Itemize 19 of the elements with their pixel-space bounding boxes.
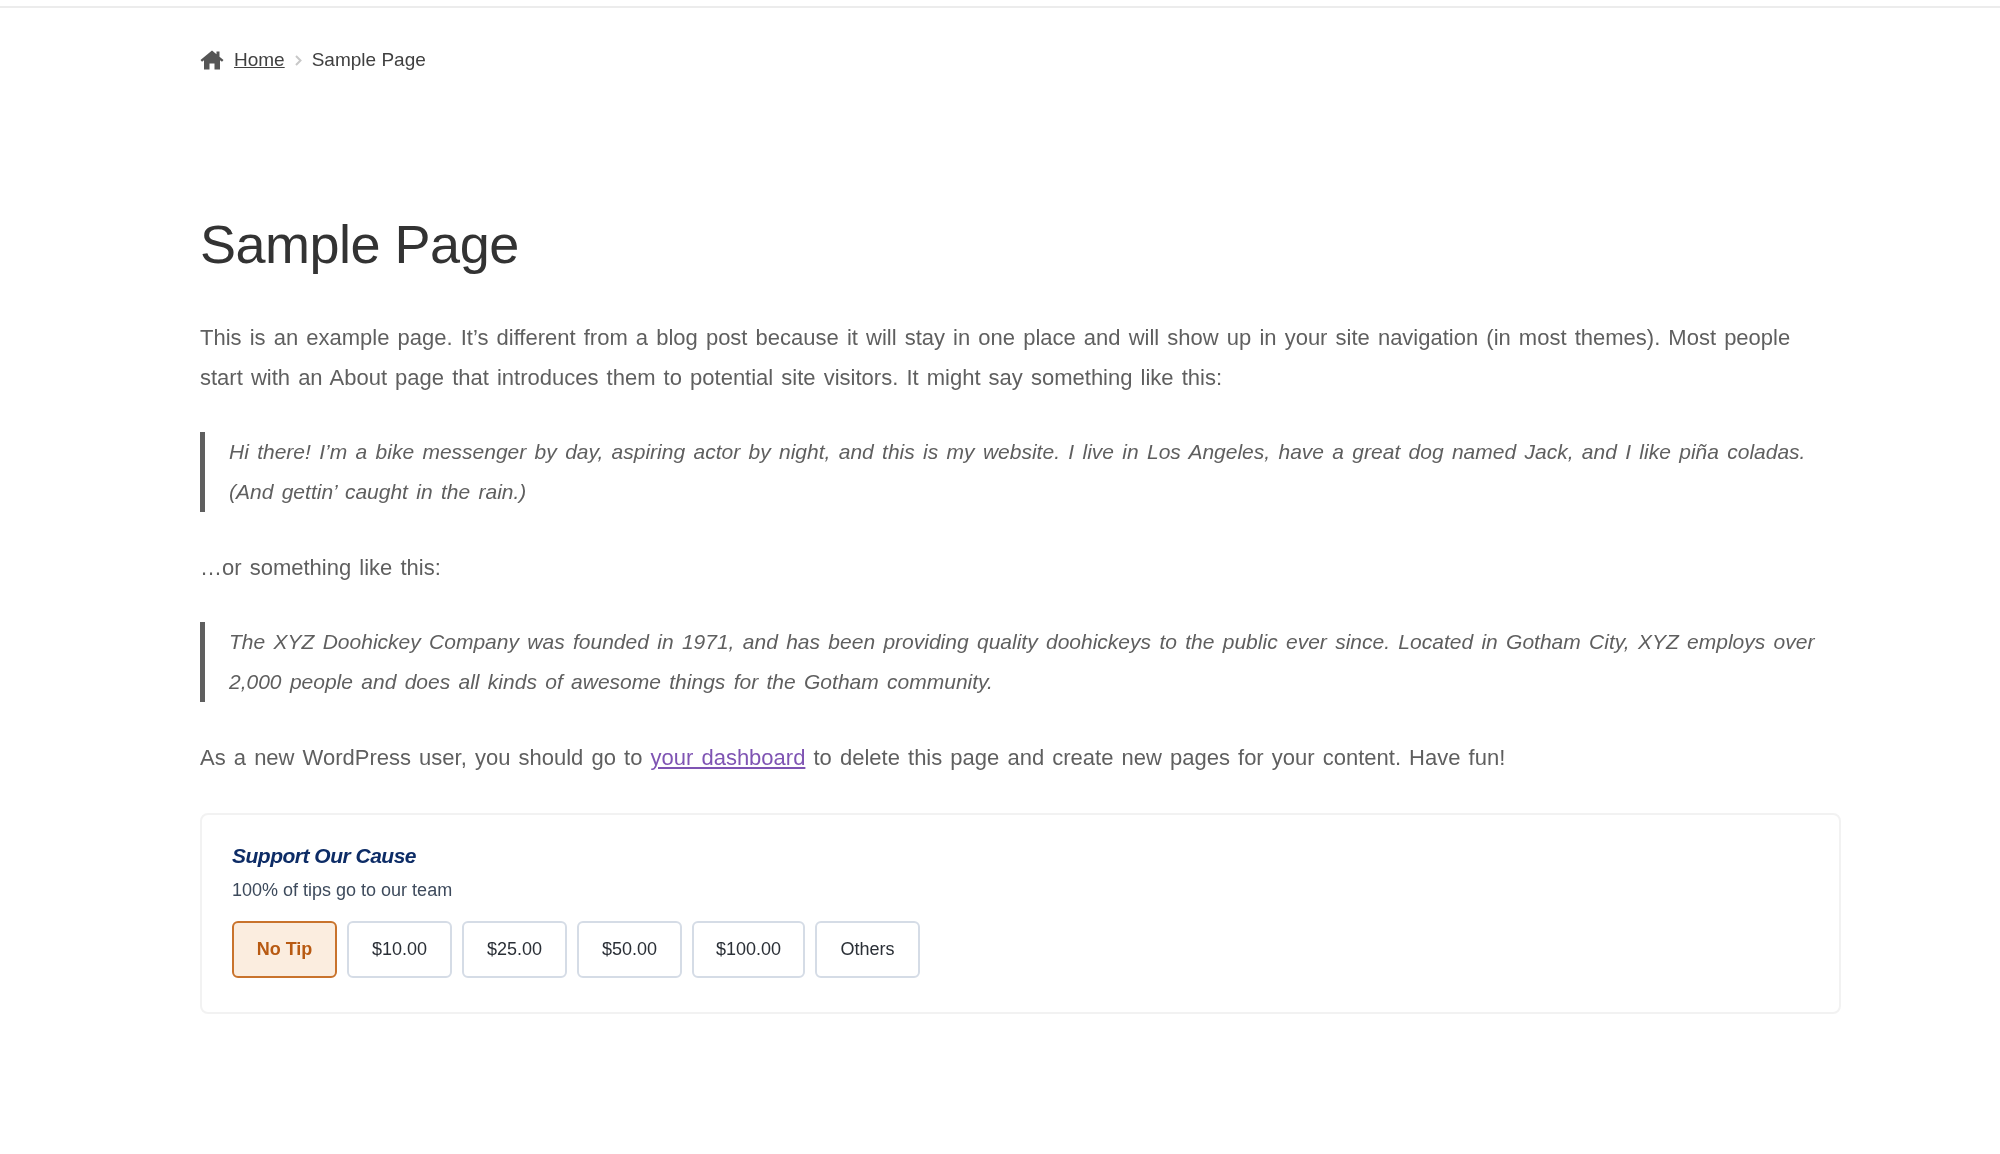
blockquote-text: The XYZ Doohickey Company was founded in 1971, and has been providing quality doohickeys to the public ever since. Located in Gotham City, XYZ employs over 2,000 people and does all kinds of awesome things for the Gotham community.	[229, 629, 1816, 695]
tip-option[interactable]: $100.00	[692, 921, 806, 978]
body-paragraph: This is an example page. It’s different from a blog post because it will stay in one place and will show up in your site navigation (in most themes). Most people start with an About page that introduces them to potential site visitors. It might say something like this:	[200, 324, 1792, 392]
tip-card-subtitle: 100% of tips go to our team	[232, 879, 454, 902]
body-paragraph: …or something like this:	[200, 554, 442, 582]
breadcrumb-current: Sample Page	[311, 47, 426, 72]
tip-option[interactable]: Others	[815, 921, 921, 978]
home-icon	[200, 50, 224, 70]
breadcrumb-home-link[interactable]: Home	[234, 45, 285, 75]
page-title: Sample Page	[200, 213, 520, 276]
body-paragraph: As a new WordPress user, you should go to your dashboard to delete this page and create new pages for your content. Have fun!	[200, 744, 1507, 772]
tip-option[interactable]: No Tip	[232, 921, 337, 978]
chevron-right-icon	[294, 54, 302, 66]
tip-option[interactable]: $50.00	[577, 921, 682, 978]
blockquote-text: Hi there! I’m a bike messenger by day, aspiring actor by night, and this is my website. I live in Los Angeles, have a great dog named Jack, and I like piña coladas. (And gettin’ caught in the rain.)	[229, 439, 1807, 505]
tip-option[interactable]: $25.00	[462, 921, 567, 978]
tip-card-title: Support Our Cause	[232, 843, 418, 869]
dashboard-link[interactable]: your dashboard	[650, 745, 806, 770]
tip-option[interactable]: $10.00	[347, 921, 452, 978]
